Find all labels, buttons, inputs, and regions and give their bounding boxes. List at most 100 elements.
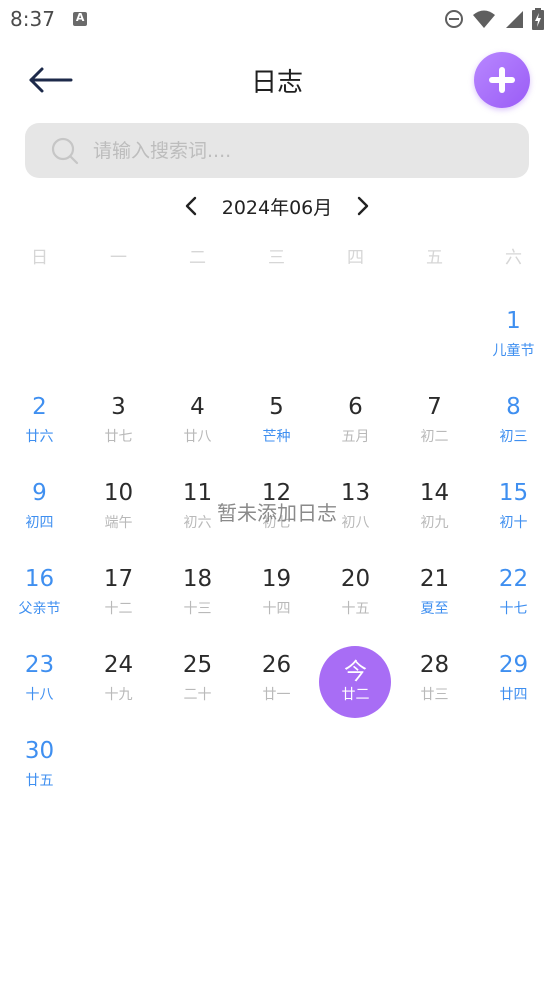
search-icon	[51, 137, 79, 164]
lunar-date: 二十	[183, 687, 212, 703]
calendar-day[interactable]: 20 十五	[316, 558, 395, 644]
lunar-date: 廿七	[104, 429, 133, 445]
calendar-day[interactable]: 23 十八	[0, 644, 79, 730]
status-bar: 8:37	[0, 0, 554, 38]
chevron-left-icon	[185, 196, 196, 216]
chevron-right-icon	[358, 196, 369, 216]
day-number: 17	[103, 566, 134, 592]
search-box[interactable]	[25, 123, 529, 178]
day-number: 14	[419, 480, 450, 506]
lunar-date: 初三	[499, 429, 528, 445]
wifi-icon	[473, 10, 495, 28]
plus-icon	[489, 67, 515, 93]
calendar-day[interactable]: 8 初三	[474, 386, 553, 472]
day-number: 21	[419, 566, 450, 592]
lunar-date: 廿五	[25, 773, 54, 789]
calendar-day[interactable]: 13 初八	[316, 472, 395, 558]
month-label: 2024年06月	[221, 196, 333, 219]
header: 日志	[0, 48, 554, 112]
day-number: 16	[24, 566, 55, 592]
day-number: 9	[32, 480, 47, 506]
day-number: 15	[498, 480, 529, 506]
calendar-day[interactable]: 12 初七	[237, 472, 316, 558]
lunar-date: 父亲节	[18, 601, 61, 617]
calendar-day[interactable]: 10 端午	[79, 472, 158, 558]
day-number: 11	[182, 480, 213, 506]
day-number: 23	[24, 652, 55, 678]
do-not-disturb-icon	[445, 10, 463, 28]
weekday-label: 二	[189, 248, 206, 268]
day-number: 2	[32, 394, 47, 420]
day-number: 26	[261, 652, 292, 678]
lunar-date: 廿六	[25, 429, 54, 445]
calendar-day[interactable]: 18 十三	[158, 558, 237, 644]
search-input[interactable]	[91, 138, 495, 163]
weekday-label: 六	[505, 248, 522, 268]
day-number: 25	[182, 652, 213, 678]
day-number: 19	[261, 566, 292, 592]
day-number: 10	[103, 480, 134, 506]
lunar-date: 夏至	[420, 601, 449, 617]
calendar-day[interactable]: 21 夏至	[395, 558, 474, 644]
previous-month-button[interactable]	[176, 188, 206, 224]
day-number: 13	[340, 480, 371, 506]
lunar-date: 五月	[341, 429, 370, 445]
day-number: 1	[506, 308, 521, 334]
calendar-day[interactable]: 19 十四	[237, 558, 316, 644]
lunar-date: 初十	[499, 515, 528, 531]
lunar-date: 初九	[420, 515, 449, 531]
weekday-label: 五	[426, 248, 443, 268]
day-number: 6	[348, 394, 363, 420]
lunar-date: 端午	[104, 515, 133, 531]
calendar-day[interactable]: 14 初九	[395, 472, 474, 558]
day-number: 12	[261, 480, 292, 506]
add-log-button[interactable]	[474, 52, 530, 108]
weekday-label: 一	[110, 248, 127, 268]
day-number: 28	[419, 652, 450, 678]
day-number: 7	[427, 394, 442, 420]
calendar-day[interactable]: 29 廿四	[474, 644, 553, 730]
lunar-date: 十五	[341, 601, 370, 617]
calendar-day[interactable]: 22 十七	[474, 558, 553, 644]
calendar-day[interactable]: 11 初六	[158, 472, 237, 558]
calendar-day-today[interactable]: 今廿二	[316, 644, 395, 730]
lunar-date: 廿八	[183, 429, 212, 445]
lunar-date: 芒种	[262, 429, 291, 445]
calendar-day[interactable]: 1 儿童节	[474, 300, 553, 386]
month-navigation: 2024年06月	[0, 188, 554, 224]
calendar-day[interactable]: 24 十九	[79, 644, 158, 730]
next-month-button[interactable]	[348, 188, 378, 224]
calendar-day[interactable]: 28 廿三	[395, 644, 474, 730]
calendar-day[interactable]: 15 初十	[474, 472, 553, 558]
day-number: 今	[344, 659, 367, 685]
calendar-day[interactable]: 26 廿一	[237, 644, 316, 730]
calendar-day[interactable]: 6 五月	[316, 386, 395, 472]
calendar-day[interactable]: 3 廿七	[79, 386, 158, 472]
day-number: 18	[182, 566, 213, 592]
weekday-label: 四	[347, 248, 364, 268]
calendar-day[interactable]: 5 芒种	[237, 386, 316, 472]
calendar-day[interactable]: 16 父亲节	[0, 558, 79, 644]
lunar-date: 十三	[183, 601, 212, 617]
calendar-day[interactable]: 25 二十	[158, 644, 237, 730]
signal-icon	[506, 11, 523, 28]
battery-icon	[532, 8, 544, 30]
calendar-day[interactable]: 2 廿六	[0, 386, 79, 472]
lunar-date: 廿四	[499, 687, 528, 703]
calendar-day[interactable]: 7 初二	[395, 386, 474, 472]
calendar-day[interactable]: 30 廿五	[0, 730, 79, 816]
notification-a-icon	[72, 11, 87, 26]
lunar-date: 儿童节	[492, 343, 535, 359]
calendar-day[interactable]: 17 十二	[79, 558, 158, 644]
day-number: 5	[269, 394, 284, 420]
day-number: 4	[190, 394, 205, 420]
lunar-date: 廿一	[262, 687, 291, 703]
calendar-day[interactable]: 4 廿八	[158, 386, 237, 472]
lunar-date: 十八	[25, 687, 54, 703]
lunar-date: 初八	[341, 515, 370, 531]
lunar-date: 初七	[262, 515, 291, 531]
day-number: 24	[103, 652, 134, 678]
day-number: 8	[506, 394, 521, 420]
calendar-day[interactable]: 9 初四	[0, 472, 79, 558]
lunar-date: 十七	[499, 601, 528, 617]
